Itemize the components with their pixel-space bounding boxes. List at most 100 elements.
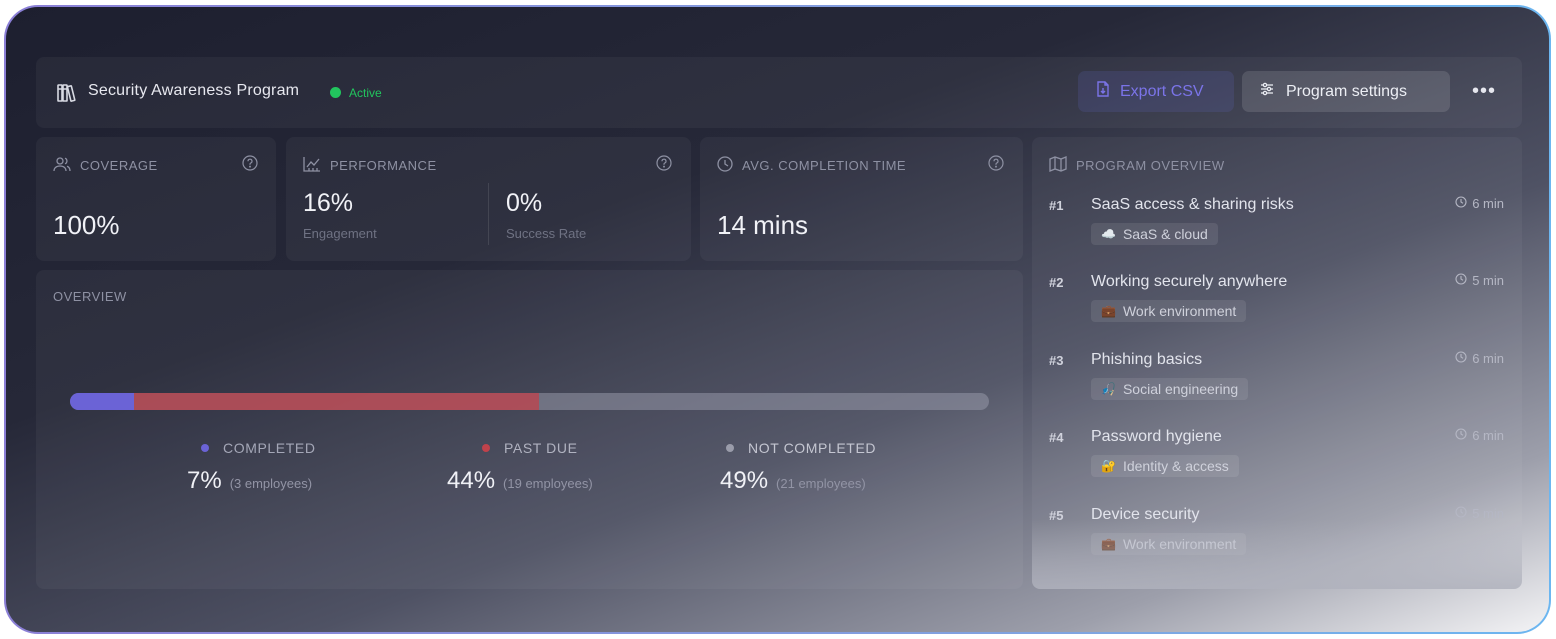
module-category-tag: 💼 Work environment — [1091, 300, 1247, 322]
more-dots-icon: ••• — [1471, 80, 1496, 102]
window-frame: Security Awareness Program Active Export… — [4, 5, 1551, 634]
module-duration: 5 min — [1455, 506, 1504, 521]
clock-icon — [1455, 273, 1467, 288]
success-rate-label: Success Rate — [506, 226, 587, 241]
module-category-label: Work environment — [1122, 303, 1237, 319]
module-duration: 6 min — [1455, 351, 1504, 366]
completed-dot — [201, 444, 209, 452]
program-settings-label: Program settings — [1286, 82, 1407, 100]
program-header: Security Awareness Program Active Export… — [36, 57, 1522, 128]
engagement-value: 16% — [303, 189, 354, 217]
program-overview-card: PROGRAM OVERVIEW #1 SaaS access & sharing… — [1032, 137, 1522, 589]
coverage-label: COVERAGE — [80, 158, 158, 173]
module-number: #1 — [1049, 198, 1064, 213]
legend-past-due: PAST DUE 44% (19 employees) — [447, 440, 593, 494]
module-number: #3 — [1049, 353, 1064, 368]
module-number: #4 — [1049, 430, 1064, 445]
module-category-label: SaaS & cloud — [1122, 226, 1208, 242]
clock-icon — [717, 156, 733, 175]
not-completed-label: NOT COMPLETED — [748, 440, 877, 456]
module-duration-text: 6 min — [1472, 196, 1504, 211]
completed-label: COMPLETED — [223, 440, 316, 456]
module-category-label: Identity & access — [1122, 458, 1229, 474]
module-item[interactable]: #3 Phishing basics 6 min 🎣 Social engineerin… — [1032, 350, 1522, 420]
program-title: Security Awareness Program — [88, 82, 300, 99]
category-icon: 💼 — [1101, 304, 1116, 318]
clock-icon — [1455, 428, 1467, 443]
module-number: #5 — [1049, 508, 1064, 523]
avg-time-label: AVG. COMPLETION TIME — [742, 158, 907, 173]
coverage-card: COVERAGE 100% — [36, 137, 276, 261]
performance-label: PERFORMANCE — [330, 158, 437, 173]
export-csv-label: Export CSV — [1120, 82, 1204, 100]
not-completed-employees: (21 employees) — [776, 476, 866, 491]
help-icon[interactable] — [656, 155, 672, 171]
module-duration: 6 min — [1455, 428, 1504, 443]
sliders-icon — [1260, 82, 1274, 101]
avg-time-label-row: AVG. COMPLETION TIME — [717, 156, 906, 175]
category-icon: 💼 — [1101, 537, 1116, 551]
overview-card: OVERVIEW COMPLETED 7% (3 employees) PAST… — [36, 270, 1023, 589]
program-settings-button[interactable]: Program settings — [1242, 71, 1450, 112]
module-category-label: Work environment — [1122, 536, 1237, 552]
module-number: #2 — [1049, 275, 1064, 290]
clock-icon — [1455, 506, 1467, 521]
more-options-button[interactable]: ••• — [1466, 71, 1502, 112]
module-duration: 6 min — [1455, 196, 1504, 211]
file-export-icon — [1096, 81, 1110, 102]
legend-not-completed: NOT COMPLETED 49% (21 employees) — [720, 440, 877, 494]
module-title: Phishing basics — [1091, 351, 1203, 368]
module-category-tag: 🎣 Social engineering — [1091, 378, 1249, 400]
completion-progress-bar — [70, 393, 989, 410]
books-icon — [56, 82, 78, 104]
module-title: Device security — [1091, 506, 1200, 523]
module-category-label: Social engineering — [1122, 381, 1239, 397]
program-overview-header: PROGRAM OVERVIEW — [1049, 156, 1225, 175]
module-duration-text: 5 min — [1472, 273, 1504, 288]
program-overview-title: PROGRAM OVERVIEW — [1076, 158, 1225, 173]
module-item[interactable]: #4 Password hygiene 6 min 🔐 Identity & acces… — [1032, 427, 1522, 497]
module-item[interactable]: #1 SaaS access & sharing risks 6 min ☁️ SaaS… — [1032, 195, 1522, 265]
category-icon: 🔐 — [1101, 459, 1116, 473]
module-title: SaaS access & sharing risks — [1091, 196, 1294, 213]
help-icon[interactable] — [242, 155, 258, 171]
module-item[interactable]: #5 Device security 5 min 💼 Work environment — [1032, 505, 1522, 575]
chart-icon — [303, 156, 321, 175]
category-icon: ☁️ — [1101, 227, 1116, 241]
completed-employees: (3 employees) — [229, 476, 313, 491]
success-rate-value: 0% — [506, 189, 543, 217]
module-title: Working securely anywhere — [1091, 273, 1288, 290]
not-completed-dot — [726, 444, 734, 452]
module-category-tag: ☁️ SaaS & cloud — [1091, 223, 1218, 245]
module-item[interactable]: #2 Working securely anywhere 5 min 💼 Work en… — [1032, 272, 1522, 342]
status-badge: Active — [349, 86, 382, 100]
category-icon: 🎣 — [1101, 382, 1116, 396]
avg-completion-card: AVG. COMPLETION TIME 14 mins — [700, 137, 1023, 261]
coverage-label-row: COVERAGE — [53, 156, 158, 175]
module-duration-text: 5 min — [1472, 506, 1504, 521]
past-due-dot — [482, 444, 490, 452]
module-category-tag: 💼 Work environment — [1091, 533, 1247, 555]
completed-segment — [70, 393, 135, 410]
clock-icon — [1455, 351, 1467, 366]
dashboard: Security Awareness Program Active Export… — [6, 7, 1549, 632]
engagement-label: Engagement — [303, 226, 377, 241]
not-completed-percent: 49% — [720, 467, 769, 494]
past-due-label: PAST DUE — [504, 440, 578, 456]
clock-icon — [1455, 196, 1467, 211]
export-csv-button[interactable]: Export CSV — [1078, 71, 1234, 112]
legend-completed: COMPLETED 7% (3 employees) — [187, 440, 316, 494]
completed-percent: 7% — [187, 467, 222, 494]
module-duration-text: 6 min — [1472, 351, 1504, 366]
past-due-segment — [134, 393, 539, 410]
overview-title: OVERVIEW — [53, 289, 127, 304]
module-title: Password hygiene — [1091, 428, 1222, 445]
coverage-value: 100% — [53, 210, 120, 240]
module-duration-text: 6 min — [1472, 428, 1504, 443]
map-icon — [1049, 156, 1067, 175]
past-due-employees: (19 employees) — [503, 476, 593, 491]
users-icon — [53, 156, 71, 175]
avg-time-value: 14 mins — [717, 210, 809, 240]
divider — [488, 183, 489, 245]
help-icon[interactable] — [988, 155, 1004, 171]
